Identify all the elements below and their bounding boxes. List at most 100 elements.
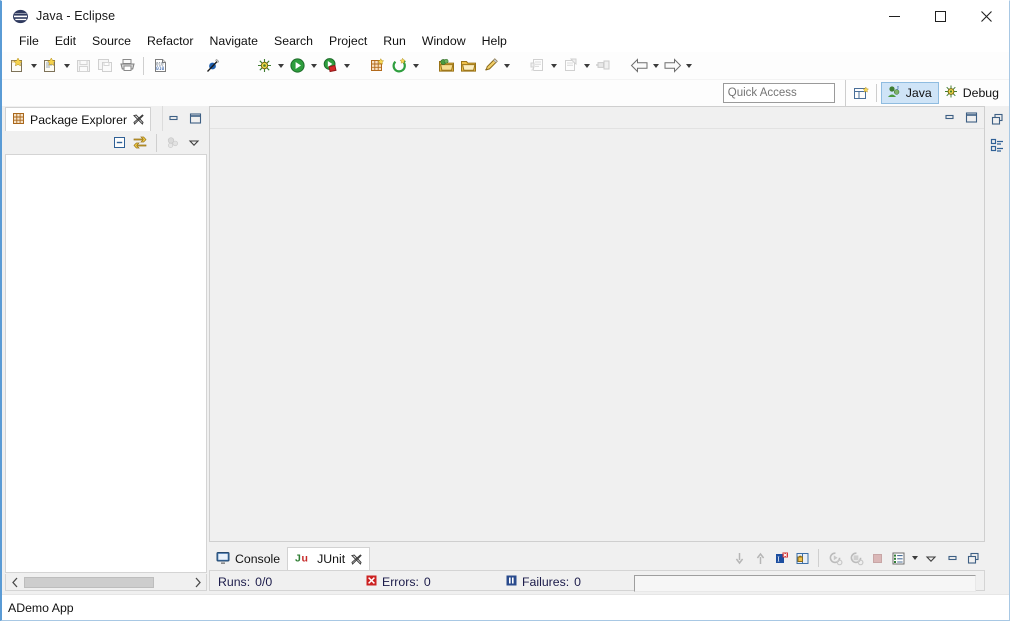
save-all-icon: [94, 55, 116, 77]
menu-refactor[interactable]: Refactor: [139, 32, 201, 51]
new-java-project-icon[interactable]: [39, 55, 61, 77]
print-icon[interactable]: [116, 55, 138, 77]
toggle-mark-occurrences-icon[interactable]: 010 010: [149, 55, 171, 77]
open-perspective-icon[interactable]: [852, 83, 872, 103]
minimize-window-button[interactable]: [871, 1, 917, 31]
coverage-icon[interactable]: [319, 55, 341, 77]
main-toolbar: 010 010: [2, 52, 1009, 80]
title-bar: Java - Eclipse: [2, 1, 1009, 31]
restore-icon[interactable]: [987, 109, 1007, 129]
junit-toolbar-separator: [818, 549, 819, 567]
perspective-debug[interactable]: Debug: [939, 82, 1005, 104]
next-annotation-dropdown-icon[interactable]: [548, 55, 559, 77]
scroll-right-button[interactable]: [189, 575, 206, 590]
show-failures-icon[interactable]: I: [771, 548, 791, 568]
run-icon[interactable]: [286, 55, 308, 77]
editor-empty-area[interactable]: [210, 129, 984, 541]
menu-search[interactable]: Search: [266, 32, 321, 51]
tab-junit-label: JUnit: [317, 552, 345, 566]
search-dropdown-icon[interactable]: [501, 55, 512, 77]
eclipse-icon: [12, 8, 29, 25]
tab-console[interactable]: Console: [209, 547, 287, 570]
tab-package-explorer-label: Package Explorer: [30, 113, 127, 127]
menu-run[interactable]: Run: [375, 32, 414, 51]
new-java-project-dropdown-icon[interactable]: [61, 55, 72, 77]
new-wizard-dropdown-icon[interactable]: [28, 55, 39, 77]
maximize-editor-button[interactable]: [961, 108, 981, 128]
bottom-view-stack: Console J u JUnit: [209, 546, 985, 591]
svg-text:J: J: [295, 553, 301, 565]
forward-icon[interactable]: [661, 55, 683, 77]
perspective-separator: [876, 84, 877, 102]
junit-runs-value: 0/0: [255, 575, 272, 589]
view-toolbar-separator: [156, 134, 157, 152]
run-dropdown-icon[interactable]: [308, 55, 319, 77]
window-title: Java - Eclipse: [36, 9, 115, 23]
package-explorer-hscrollbar[interactable]: [5, 574, 207, 591]
bottom-tab-row: Console J u JUnit: [209, 546, 985, 570]
maximize-view-button[interactable]: [185, 109, 205, 129]
previous-failed-test-button: [750, 548, 770, 568]
new-java-class-icon[interactable]: [366, 55, 388, 77]
minimize-view-button[interactable]: [163, 109, 183, 129]
menu-edit[interactable]: Edit: [47, 32, 84, 51]
coverage-dropdown-icon[interactable]: [341, 55, 352, 77]
back-dropdown-icon[interactable]: [650, 55, 661, 77]
svg-text:010: 010: [156, 62, 164, 67]
tab-console-label: Console: [235, 552, 280, 566]
maximize-view-button[interactable]: [963, 548, 983, 568]
menu-file[interactable]: File: [11, 32, 47, 51]
view-menu-button[interactable]: [184, 133, 204, 153]
skip-all-breakpoints-icon[interactable]: [201, 55, 223, 77]
external-tools-icon[interactable]: [388, 55, 410, 77]
maximize-window-button[interactable]: [917, 1, 963, 31]
junit-failures-label: Failures:: [522, 575, 569, 589]
package-explorer-tree[interactable]: [5, 154, 207, 573]
view-menu-button[interactable]: [921, 548, 941, 568]
debug-dropdown-icon[interactable]: [275, 55, 286, 77]
menu-window[interactable]: Window: [414, 32, 474, 51]
previous-annotation-dropdown-icon[interactable]: [581, 55, 592, 77]
menu-navigate[interactable]: Navigate: [201, 32, 266, 51]
minimize-editor-button[interactable]: [939, 108, 959, 128]
package-explorer-window-buttons: [162, 106, 207, 131]
close-icon[interactable]: [132, 114, 144, 126]
test-history-dropdown-icon[interactable]: [909, 547, 920, 569]
open-task-icon[interactable]: [457, 55, 479, 77]
back-icon[interactable]: [628, 55, 650, 77]
link-with-editor-button[interactable]: [130, 133, 150, 153]
tab-package-explorer[interactable]: Package Explorer: [5, 107, 151, 131]
scrollbar-thumb[interactable]: [24, 577, 154, 588]
package-explorer-tab-row: Package Explorer: [5, 106, 207, 131]
search-icon[interactable]: [479, 55, 501, 77]
menu-bar: File Edit Source Refactor Navigate Searc…: [2, 31, 1009, 52]
svg-text:u: u: [302, 553, 308, 565]
outline-icon[interactable]: [987, 135, 1007, 155]
svg-text:010: 010: [156, 66, 165, 72]
quick-access-input[interactable]: [723, 83, 835, 103]
forward-dropdown-icon[interactable]: [683, 55, 694, 77]
junit-failures-value: 0: [574, 575, 581, 589]
test-history-icon[interactable]: [888, 548, 908, 568]
scrollbar-track[interactable]: [23, 577, 189, 588]
editor-tab-row: [210, 107, 984, 129]
open-type-icon[interactable]: [435, 55, 457, 77]
junit-errors-label: Errors:: [382, 575, 419, 589]
menu-source[interactable]: Source: [84, 32, 139, 51]
menu-help[interactable]: Help: [474, 32, 515, 51]
close-icon[interactable]: [350, 553, 362, 565]
quick-access-row: J Java Debug: [2, 80, 1009, 106]
external-tools-dropdown-icon[interactable]: [410, 55, 421, 77]
menu-project[interactable]: Project: [321, 32, 375, 51]
minimize-view-button[interactable]: [942, 548, 962, 568]
junit-view-body: Runs: 0/0 Errors: 0: [209, 570, 985, 591]
perspective-java[interactable]: J Java: [881, 82, 939, 104]
tab-junit[interactable]: J u JUnit: [287, 547, 370, 570]
junit-icon: J u: [295, 551, 312, 567]
close-window-button[interactable]: [963, 1, 1009, 31]
scroll-lock-button[interactable]: [792, 548, 812, 568]
new-wizard-icon[interactable]: [6, 55, 28, 77]
collapse-all-button[interactable]: [109, 133, 129, 153]
scroll-left-button[interactable]: [6, 575, 23, 590]
debug-icon[interactable]: [253, 55, 275, 77]
